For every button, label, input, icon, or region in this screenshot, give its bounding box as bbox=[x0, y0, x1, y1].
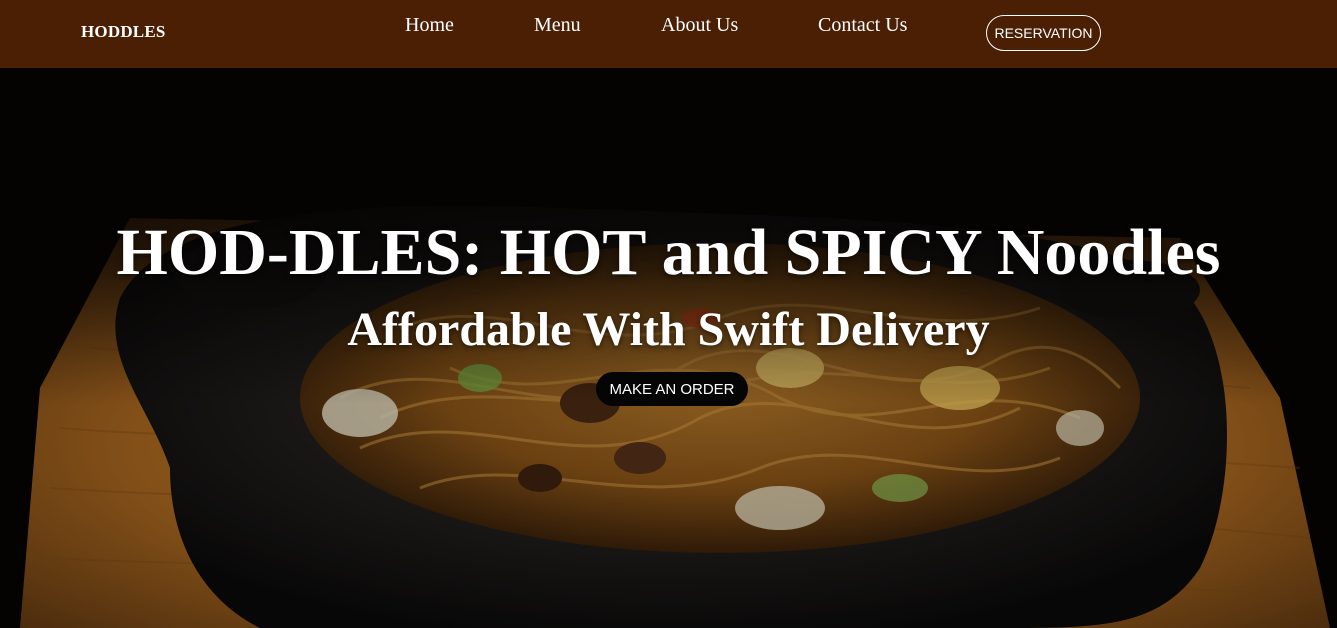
reservation-button[interactable]: RESERVATION bbox=[986, 15, 1101, 51]
nav-link-home[interactable]: Home bbox=[405, 14, 454, 37]
nav-link-menu[interactable]: Menu bbox=[534, 14, 581, 37]
brand-logo[interactable]: HODDLES bbox=[81, 22, 166, 42]
make-order-button[interactable]: MAKE AN ORDER bbox=[596, 372, 748, 406]
nav-link-contact-us[interactable]: Contact Us bbox=[818, 14, 907, 37]
hero-subtitle: Affordable With Swift Delivery bbox=[347, 303, 990, 356]
hero-section: HOD-DLES: HOT and SPICY Noodles Affordab… bbox=[0, 68, 1337, 628]
top-navbar: HODDLES Home Menu About Us Contact Us RE… bbox=[0, 0, 1337, 68]
hero-title: HOD-DLES: HOT and SPICY Noodles bbox=[116, 216, 1221, 289]
nav-link-about-us[interactable]: About Us bbox=[661, 14, 738, 37]
